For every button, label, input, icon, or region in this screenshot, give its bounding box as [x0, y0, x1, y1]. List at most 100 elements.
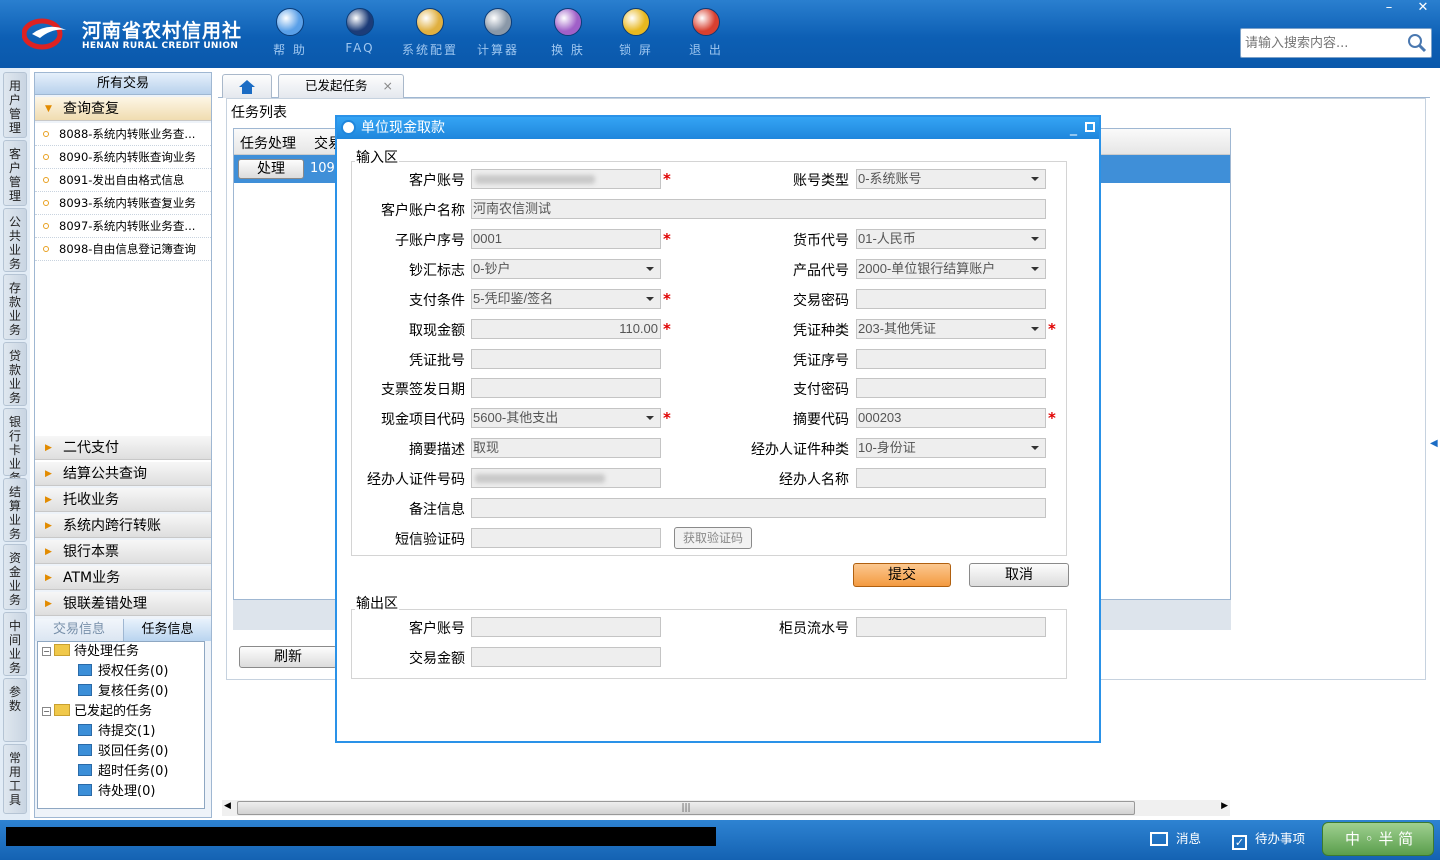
close-window-button[interactable]: ✕ — [1406, 0, 1440, 18]
field-label-voucher-batch: 凭证批号 — [409, 353, 465, 369]
messages-item[interactable]: 消息 — [1150, 828, 1201, 847]
nav-section[interactable]: ▶ 银联差错处理 — [35, 592, 211, 616]
field-input-sub-seq[interactable]: 0001 — [471, 229, 661, 249]
toolbar-button-5[interactable]: 锁 屏 — [606, 8, 666, 62]
field-input-agent-id-no[interactable] — [471, 468, 661, 488]
nav-sub-item[interactable]: 8091-发出自由格式信息 — [35, 169, 211, 192]
nav-section-label: 银行本票 — [63, 544, 119, 560]
field-input-amount[interactable]: 110.00 — [471, 319, 661, 339]
field-input-cust-account[interactable] — [471, 169, 661, 189]
toolbar-button-2[interactable]: 系统配置 — [400, 8, 460, 62]
tab-initiated-tasks[interactable]: 已发起任务 × — [278, 74, 404, 98]
field-input-remark[interactable] — [471, 498, 1046, 518]
search-box[interactable] — [1240, 28, 1432, 58]
field-input-agent-name[interactable] — [856, 468, 1046, 488]
field-input-summary-desc[interactable]: 取现 — [471, 438, 661, 458]
submit-button[interactable]: 提交 — [853, 563, 951, 587]
dialog-maximize-icon[interactable] — [1085, 122, 1095, 132]
tree-leaf[interactable]: 授权任务(0) — [78, 663, 168, 681]
field-input-trade-pwd[interactable] — [856, 289, 1046, 309]
field-input-cash-item[interactable]: 5600-其他支出 — [471, 408, 661, 428]
collapse-icon[interactable]: − — [42, 647, 51, 656]
left-tab-9[interactable]: 参数 — [3, 678, 27, 742]
toolbar-button-1[interactable]: FAQ — [330, 8, 390, 62]
nav-sub-item[interactable]: 8088-系统内转账业务查... — [35, 123, 211, 146]
ime-indicator[interactable]: 中 ◦ 半 简 — [1322, 822, 1434, 856]
left-tab-1[interactable]: 客户管理 — [3, 140, 27, 206]
tree-leaf[interactable]: 驳回任务(0) — [78, 743, 168, 761]
nav-section[interactable]: ▶ 二代支付 — [35, 436, 211, 460]
field-input-voucher-batch[interactable] — [471, 349, 661, 369]
field-input-pay-cond[interactable]: 5-凭印鉴/签名 — [471, 289, 661, 309]
nav-section[interactable]: ▶ 结算公共查询 — [35, 462, 211, 486]
left-tab-6[interactable]: 结算业务 — [3, 478, 27, 542]
field-input-cust-name[interactable]: 河南农信测试 — [471, 199, 1046, 219]
tree-leaf[interactable]: 待处理(0) — [78, 783, 155, 801]
field-input-pay-pwd[interactable] — [856, 378, 1046, 398]
field-input-product[interactable]: 2000-单位银行结算账户 — [856, 259, 1046, 279]
minimize-button[interactable]: – — [1372, 0, 1406, 18]
field-value: 01-人民币 — [858, 231, 916, 246]
toolbar-button-0[interactable]: 帮 助 — [260, 8, 320, 62]
tab-transaction-info[interactable]: 交易信息 — [35, 619, 123, 641]
scroll-right-icon[interactable]: ▶ — [1221, 801, 1228, 811]
toolbar-button-3[interactable]: 计算器 — [468, 8, 528, 62]
left-tab-8[interactable]: 中间业务 — [3, 612, 27, 676]
cancel-button[interactable]: 取消 — [969, 563, 1069, 587]
field-input-voucher-type[interactable]: 203-其他凭证 — [856, 319, 1046, 339]
left-tab-5[interactable]: 银行卡业务 — [3, 408, 27, 485]
field-input-cash-flag[interactable]: 0-钞户 — [471, 259, 661, 279]
tab-home[interactable] — [222, 74, 272, 98]
nav-sub-item[interactable]: 8097-系统内转账业务查... — [35, 215, 211, 238]
tree-leaf[interactable]: 复核任务(0) — [78, 683, 168, 701]
tab-task-info[interactable]: 任务信息 — [123, 619, 211, 641]
toolbar-button-label: 系统配置 — [401, 43, 458, 57]
toolbar-button-4[interactable]: 换 肤 — [538, 8, 598, 62]
cash-withdrawal-dialog: 单位现金取款 _ 输入区 输出区 客户账号 * 账号类型 0-系统账号 客户账户名称 河南… — [335, 115, 1101, 743]
process-button[interactable]: 处理 — [238, 159, 304, 179]
left-tab-3[interactable]: 存款业务 — [3, 274, 27, 340]
field-value: 0-系统账号 — [858, 171, 922, 186]
field-input-sms-code[interactable] — [471, 528, 661, 548]
left-tab-4[interactable]: 贷款业务 — [3, 342, 27, 406]
input-group-label: 输入区 — [355, 147, 399, 167]
field-input-currency[interactable]: 01-人民币 — [856, 229, 1046, 249]
left-tab-7[interactable]: 资金业务 — [3, 544, 27, 610]
todo-item[interactable]: ✓ 待办事项 — [1232, 828, 1305, 850]
field-input-check-date[interactable] — [471, 378, 661, 398]
tree-leaf[interactable]: 待提交(1) — [78, 723, 155, 741]
collapse-icon[interactable]: − — [42, 707, 51, 716]
tree-node-initiated[interactable]: − 已发起的任务 — [42, 703, 152, 721]
collapsed-arrow-icon: ▶ — [45, 547, 52, 557]
panel-expand-icon[interactable]: ◀ — [1430, 438, 1440, 452]
tab-close-icon[interactable]: × — [383, 75, 393, 97]
dialog-minimize-icon[interactable]: _ — [1070, 117, 1077, 139]
field-input-account-type[interactable]: 0-系统账号 — [856, 169, 1046, 189]
nav-section-open[interactable]: ▼ 查询查复 — [35, 97, 211, 121]
bullet-icon — [43, 246, 49, 252]
required-marker: * — [663, 409, 671, 427]
field-input-agent-id-type[interactable]: 10-身份证 — [856, 438, 1046, 458]
dialog-titlebar[interactable]: 单位现金取款 _ — [337, 117, 1099, 139]
field-input-summary-code[interactable]: 000203 — [856, 408, 1046, 428]
nav-section[interactable]: ▶ 托收业务 — [35, 488, 211, 512]
left-tab-0[interactable]: 用户管理 — [3, 72, 27, 138]
get-code-button[interactable]: 获取验证码 — [674, 527, 752, 549]
search-icon[interactable] — [1407, 33, 1427, 53]
nav-section[interactable]: ▶ 系统内跨行转账 — [35, 514, 211, 538]
nav-sub-item[interactable]: 8090-系统内转账查询业务 — [35, 146, 211, 169]
left-tab-10[interactable]: 常用工具 — [3, 744, 27, 814]
tree-node-pending[interactable]: − 待处理任务 — [42, 643, 139, 661]
search-input[interactable] — [1241, 29, 1406, 57]
nav-section[interactable]: ▶ ATM业务 — [35, 566, 211, 590]
refresh-button[interactable]: 刷新 — [239, 646, 337, 668]
nav-sub-item[interactable]: 8093-系统内转账查复业务 — [35, 192, 211, 215]
nav-section[interactable]: ▶ 银行本票 — [35, 540, 211, 564]
nav-sub-item[interactable]: 8098-自由信息登记簿查询 — [35, 238, 211, 261]
scroll-left-icon[interactable]: ◀ — [224, 801, 231, 811]
left-tab-2[interactable]: 公共业务 — [3, 208, 27, 272]
field-input-voucher-seq[interactable] — [856, 349, 1046, 369]
scrollbar-thumb[interactable]: ||| — [237, 801, 1135, 815]
tree-leaf[interactable]: 超时任务(0) — [78, 763, 168, 781]
toolbar-button-6[interactable]: 退 出 — [676, 8, 736, 62]
